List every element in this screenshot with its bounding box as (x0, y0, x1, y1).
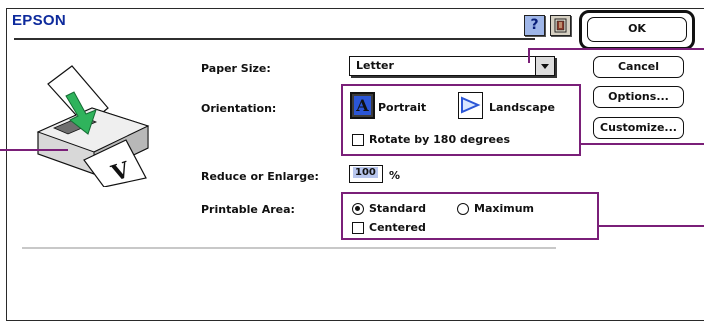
landscape-icon (461, 96, 481, 114)
paper-size-label: Paper Size: (201, 62, 271, 75)
standard-label[interactable]: Standard (369, 202, 426, 215)
cancel-button[interactable]: Cancel (593, 56, 684, 78)
portrait-label[interactable]: Portrait (378, 101, 426, 114)
customize-button[interactable]: Customize... (593, 117, 684, 139)
centered-checkbox[interactable] (352, 222, 364, 234)
reduce-enlarge-value: 100 (353, 167, 378, 178)
printer-illustration (36, 65, 150, 188)
paper-size-value: Letter (356, 59, 394, 72)
portrait-option[interactable]: A (350, 92, 375, 119)
ok-button[interactable]: OK (587, 17, 687, 42)
landscape-label[interactable]: Landscape (489, 101, 555, 114)
reduce-enlarge-input[interactable]: 100 (349, 165, 383, 183)
paper-size-callout-h (528, 48, 704, 50)
paper-size-callout-v (528, 50, 530, 63)
standard-radio[interactable] (352, 203, 364, 215)
help-button[interactable]: ? (524, 15, 545, 36)
book-icon (554, 18, 567, 33)
orientation-callout-line (580, 143, 704, 145)
portrait-icon: A (354, 96, 371, 115)
centered-label[interactable]: Centered (369, 221, 426, 234)
rotate-180-checkbox[interactable] (352, 134, 364, 146)
rotate-180-label[interactable]: Rotate by 180 degrees (369, 133, 510, 146)
chevron-down-icon (535, 56, 555, 76)
bottom-separator (22, 247, 556, 249)
maximum-radio[interactable] (457, 203, 469, 215)
orientation-label: Orientation: (201, 102, 277, 115)
printer-callout-line (0, 149, 68, 151)
landscape-option[interactable] (458, 92, 483, 119)
epson-logo: EPSON (12, 12, 67, 29)
percent-unit: % (389, 169, 401, 182)
printer-preview (30, 62, 160, 191)
options-button[interactable]: Options... (593, 86, 684, 108)
printable-area-callout-line (598, 225, 704, 227)
maximum-label[interactable]: Maximum (474, 202, 534, 215)
version-info-button[interactable] (550, 15, 571, 36)
printable-area-label: Printable Area: (201, 203, 295, 216)
reduce-enlarge-label: Reduce or Enlarge: (201, 170, 319, 183)
paper-size-select[interactable]: Letter (349, 56, 555, 76)
header-rule (14, 38, 535, 40)
